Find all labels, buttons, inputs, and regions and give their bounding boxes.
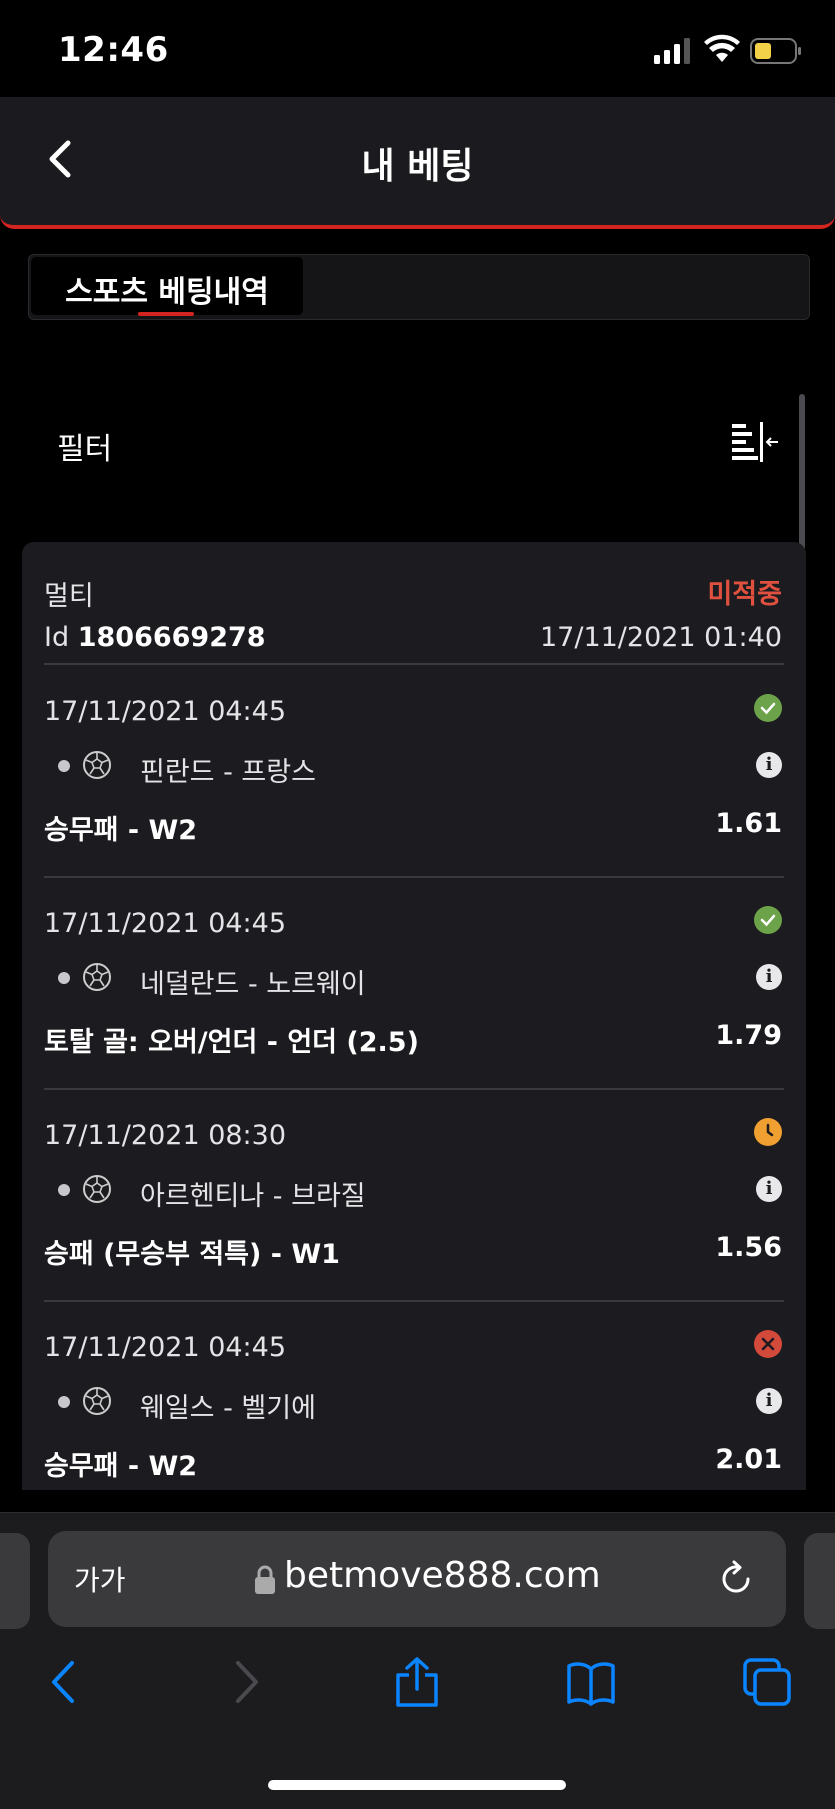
check-circle-icon [754, 694, 782, 722]
filter-label: 필터 [57, 432, 113, 467]
bet-id: Id 1806669278 [44, 622, 266, 653]
check-circle-icon [754, 906, 782, 934]
app-header: 내 베팅 [0, 97, 835, 229]
bet-card[interactable]: 멀티 미적중 Id 1806669278 17/11/2021 01:40 17… [22, 542, 806, 1490]
event-date: 17/11/2021 04:45 [44, 696, 287, 727]
event-bullet [58, 760, 70, 772]
url-text: betmove888.com [284, 1555, 601, 1596]
bet-event-row: 17/11/2021 04:45 네덜란드 - 노르웨이 i 토탈 골: 오버/… [22, 878, 806, 1090]
event-bullet [58, 972, 70, 984]
tabs-icon[interactable] [742, 1657, 792, 1707]
event-odds: 1.79 [715, 1020, 782, 1051]
info-icon[interactable]: i [756, 1176, 782, 1202]
event-bullet [58, 1184, 70, 1196]
event-market: 토탈 골: 오버/언더 - 언더 (2.5) [44, 1027, 419, 1058]
browser-back-icon[interactable] [40, 1657, 90, 1707]
event-match: 핀란드 - 프랑스 [140, 757, 316, 788]
event-odds: 2.01 [715, 1444, 782, 1475]
previous-tab-preview[interactable] [0, 1533, 30, 1629]
next-tab-preview[interactable] [804, 1533, 835, 1629]
info-icon[interactable]: i [756, 1388, 782, 1414]
home-indicator [268, 1780, 566, 1790]
page-title: 내 베팅 [361, 146, 474, 187]
active-tab-indicator [138, 312, 194, 316]
divider [44, 663, 784, 665]
bet-event-row: 17/11/2021 08:30 아르헨티나 - 브라질 i 승패 (무승부 적… [22, 1090, 806, 1302]
bet-id-value: 1806669278 [77, 622, 266, 653]
bet-type: 멀티 [44, 581, 94, 612]
filter-collapse-icon[interactable] [730, 420, 780, 464]
event-date: 17/11/2021 08:30 [44, 1120, 287, 1151]
lock-icon [255, 1565, 275, 1594]
browser-toolbar: 가가 betmove888.com [0, 1512, 835, 1809]
event-bullet [58, 1396, 70, 1408]
event-match: 웨일스 - 벨기에 [140, 1393, 316, 1424]
battery-icon [750, 38, 801, 64]
soccer-ball-icon [83, 751, 111, 779]
bet-id-prefix: Id [44, 622, 70, 653]
event-market: 승무패 - W2 [44, 815, 198, 846]
tab-bar: 스포츠 베팅내역 [28, 254, 810, 320]
address-bar[interactable]: 가가 betmove888.com [48, 1531, 786, 1627]
event-odds: 1.61 [715, 808, 782, 839]
text-size-button[interactable]: 가가 [74, 1559, 126, 1599]
bookmarks-icon[interactable] [566, 1657, 616, 1707]
info-icon[interactable]: i [756, 752, 782, 778]
event-odds: 1.56 [715, 1232, 782, 1263]
soccer-ball-icon [83, 1387, 111, 1415]
x-circle-icon [754, 1330, 782, 1358]
bet-event-row: 17/11/2021 04:45 핀란드 - 프랑스 i 승무패 - W2 1.… [22, 666, 806, 878]
browser-forward-icon[interactable] [220, 1657, 270, 1707]
bet-placed-date: 17/11/2021 01:40 [539, 622, 782, 653]
event-date: 17/11/2021 04:45 [44, 908, 287, 939]
bet-event-row: 17/11/2021 04:45 웨일스 - 벨기에 i 승무패 - W2 2.… [22, 1302, 806, 1490]
event-match: 아르헨티나 - 브라질 [140, 1181, 366, 1212]
info-icon[interactable]: i [756, 964, 782, 990]
soccer-ball-icon [83, 1175, 111, 1203]
share-icon[interactable] [392, 1657, 442, 1707]
reload-icon[interactable] [716, 1559, 756, 1599]
tab-label: 스포츠 베팅내역 [65, 275, 269, 310]
event-market: 승무패 - W2 [44, 1451, 198, 1482]
event-market: 승패 (무승부 적특) - W1 [44, 1239, 340, 1270]
signal-icon [654, 38, 690, 64]
bet-status-badge: 미적중 [707, 579, 782, 610]
tab-sports-bet-history[interactable]: 스포츠 베팅내역 [31, 257, 303, 316]
event-date: 17/11/2021 04:45 [44, 1332, 287, 1363]
status-time: 12:46 [58, 30, 169, 70]
event-match: 네덜란드 - 노르웨이 [140, 969, 366, 1000]
soccer-ball-icon [83, 963, 111, 991]
clock-icon [754, 1118, 782, 1146]
wifi-icon [704, 34, 740, 62]
